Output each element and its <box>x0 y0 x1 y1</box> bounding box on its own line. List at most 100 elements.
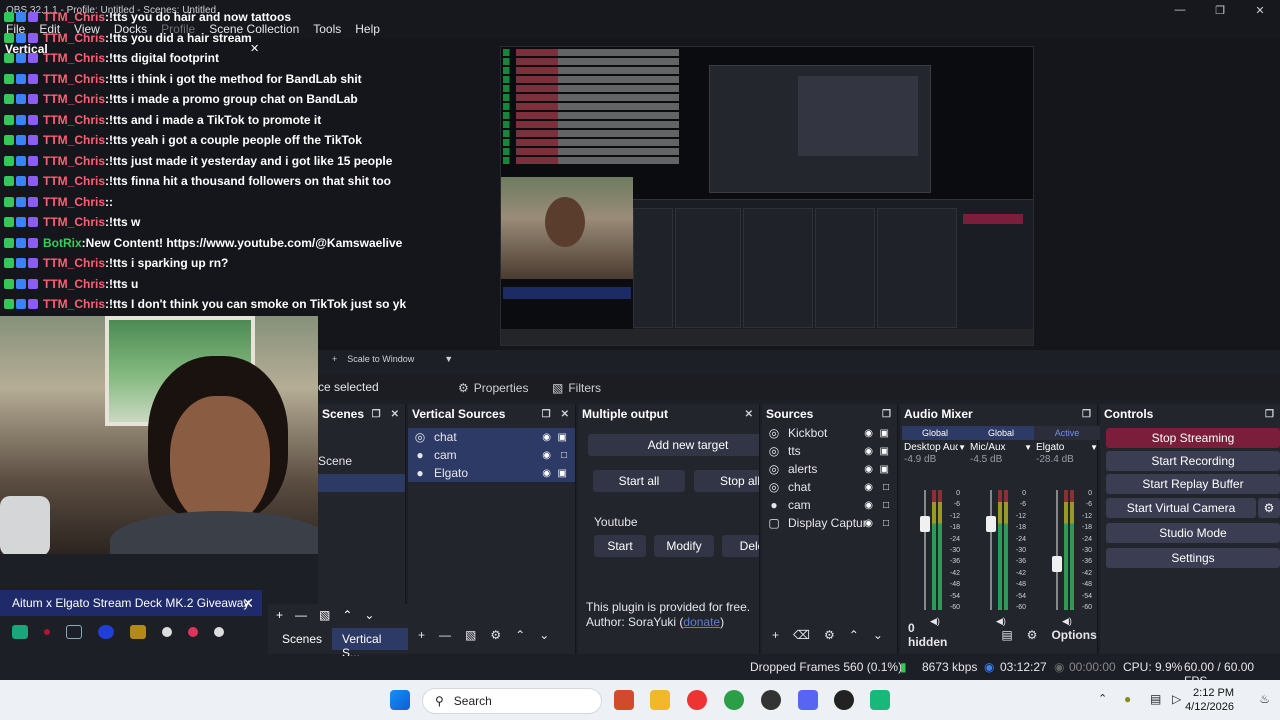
volume-slider-track[interactable] <box>990 490 992 610</box>
visibility-eye-icon[interactable]: ◉ <box>542 468 551 479</box>
menu-tools[interactable]: Tools <box>313 22 341 36</box>
volume-slider-knob[interactable] <box>986 516 996 533</box>
gear-icon[interactable]: ⚙ <box>490 628 501 642</box>
camera-icon[interactable] <box>130 625 146 639</box>
volume-slider-track[interactable] <box>1056 490 1058 610</box>
start-replay-buffer-button[interactable]: Start Replay Buffer <box>1106 474 1280 494</box>
stop-all-button[interactable]: Stop all <box>694 470 759 492</box>
maximize-icon[interactable]: ❐ <box>1200 0 1240 20</box>
square-icon[interactable] <box>66 625 82 639</box>
store-icon[interactable] <box>614 690 634 710</box>
close-icon[interactable]: ✕ <box>1240 0 1280 20</box>
filter-icon[interactable]: ▧ <box>319 608 330 622</box>
lock-icon[interactable]: ▣ <box>558 432 567 443</box>
target-start-button[interactable]: Start <box>594 535 646 557</box>
refresh-icon[interactable] <box>98 625 114 639</box>
visibility-eye-icon[interactable]: ◉ <box>864 482 873 493</box>
windows-start-icon[interactable] <box>390 690 410 710</box>
donate-link[interactable]: donate <box>683 615 720 629</box>
close-icon[interactable]: ✕ <box>242 595 254 612</box>
filter-icon[interactable]: ▧ <box>465 628 476 642</box>
studio-mode-button[interactable]: Studio Mode <box>1106 523 1280 543</box>
move-down-icon[interactable]: ⌄ <box>539 628 549 642</box>
volume-slider-knob[interactable] <box>1052 556 1062 572</box>
source-item[interactable]: ◎ alerts ◉ ▣ <box>762 460 897 478</box>
file-explorer-icon[interactable] <box>650 690 670 710</box>
elgato-icon[interactable] <box>870 690 890 710</box>
channel-name-dropdown[interactable]: Desktop Audio▼ <box>902 440 968 454</box>
heart-icon[interactable] <box>188 627 198 637</box>
discord-icon[interactable] <box>798 690 818 710</box>
properties-button[interactable]: ⚙ Properties <box>458 378 528 398</box>
lock-icon[interactable]: ▣ <box>880 446 889 457</box>
stop-streaming-button[interactable]: Stop Streaming <box>1106 428 1280 448</box>
share-icon[interactable] <box>214 627 224 637</box>
visibility-eye-icon[interactable]: ◉ <box>542 432 551 443</box>
source-item[interactable]: ● cam ◉ □ <box>762 496 897 514</box>
visibility-eye-icon[interactable]: ◉ <box>864 428 873 439</box>
chevron-down-icon[interactable]: ▼ <box>444 354 453 364</box>
channel-tag[interactable]: Global <box>902 426 968 440</box>
deck-key-icon[interactable] <box>12 625 28 639</box>
taskbar-search[interactable]: ⚲ Search <box>422 688 602 714</box>
float-icon[interactable]: ❐ <box>882 409 891 420</box>
volume-slider-knob[interactable] <box>920 516 930 533</box>
close-icon[interactable]: ✕ <box>250 42 259 55</box>
menu-help[interactable]: Help <box>355 22 380 36</box>
add-new-target-button[interactable]: Add new target <box>588 434 759 456</box>
taskbar-clock[interactable]: 2:12 PM 4/12/2026 <box>1185 686 1234 714</box>
notification-bell-icon[interactable]: ♨ <box>1259 692 1270 706</box>
add-icon[interactable]: + <box>418 628 425 642</box>
lock-icon[interactable]: ▣ <box>880 428 889 439</box>
remove-icon[interactable]: — <box>295 608 307 622</box>
visibility-eye-icon[interactable]: ◉ <box>542 450 551 461</box>
trash-icon[interactable]: ⌫ <box>793 628 810 642</box>
program-preview-canvas[interactable] <box>500 46 1034 346</box>
float-icon[interactable]: ❐ <box>372 409 381 420</box>
layout-icon[interactable]: ▤ <box>1001 628 1012 642</box>
virtual-camera-settings-gear-icon[interactable]: ⚙ <box>1258 498 1280 518</box>
chrome-icon[interactable] <box>687 690 707 710</box>
vertical-source-chat[interactable]: ◎ chat ◉ ▣ <box>408 428 575 446</box>
start-recording-button[interactable]: Start Recording <box>1106 451 1280 471</box>
channel-tag[interactable]: Active <box>1034 426 1100 440</box>
add-icon[interactable]: + <box>772 628 779 642</box>
options-button[interactable]: Options <box>1051 628 1096 642</box>
target-modify-button[interactable]: Modify <box>654 535 714 557</box>
tab-vertical-scenes[interactable]: Vertical S... <box>332 628 408 660</box>
scene-item-selected[interactable] <box>318 474 405 492</box>
move-down-icon[interactable]: ⌄ <box>873 628 883 642</box>
move-up-icon[interactable]: ⌃ <box>342 608 352 622</box>
unlock-icon[interactable]: □ <box>883 482 889 493</box>
lock-icon[interactable]: ▣ <box>880 464 889 475</box>
channel-name-dropdown[interactable]: Mic/Aux ▼ <box>968 440 1034 454</box>
unlock-icon[interactable]: □ <box>883 518 889 529</box>
start-virtual-camera-button[interactable]: Start Virtual Camera <box>1106 498 1256 518</box>
remove-icon[interactable]: — <box>439 628 451 642</box>
volume-icon[interactable]: ▷ <box>1172 692 1181 706</box>
filters-button[interactable]: ▧ Filters <box>552 378 601 398</box>
scene-item[interactable]: Scene <box>318 452 405 470</box>
minimize-icon[interactable]: — <box>1160 0 1200 20</box>
chrome-alt-icon[interactable] <box>724 690 744 710</box>
vertical-source-elgato[interactable]: ● Elgato ◉ ▣ <box>408 464 575 482</box>
source-item[interactable]: ◎ tts ◉ ▣ <box>762 442 897 460</box>
volume-slider-track[interactable] <box>924 490 926 610</box>
chevron-up-icon[interactable]: ⌃ <box>1098 692 1107 705</box>
media-player-icon[interactable] <box>834 690 854 710</box>
unlock-icon[interactable]: □ <box>561 450 567 461</box>
gear-icon[interactable]: ⚙ <box>824 628 835 642</box>
close-icon[interactable]: ✕ <box>391 409 399 420</box>
float-icon[interactable]: ❐ <box>1265 409 1274 420</box>
record-dot-icon[interactable] <box>44 629 50 635</box>
close-icon[interactable]: ✕ <box>745 409 753 420</box>
move-up-icon[interactable]: ⌃ <box>515 628 525 642</box>
tab-scenes[interactable]: Scenes <box>272 628 332 650</box>
add-icon[interactable]: + <box>332 354 337 364</box>
channel-name-dropdown[interactable]: Elgato ▼ <box>1034 440 1100 454</box>
start-all-button[interactable]: Start all <box>593 470 685 492</box>
target-delete-button[interactable]: Dele <box>722 535 759 557</box>
visibility-eye-icon[interactable]: ◉ <box>864 446 873 457</box>
source-item[interactable]: ▢ Display Captur ◉ □ <box>762 514 897 532</box>
move-down-icon[interactable]: ⌄ <box>364 608 374 622</box>
